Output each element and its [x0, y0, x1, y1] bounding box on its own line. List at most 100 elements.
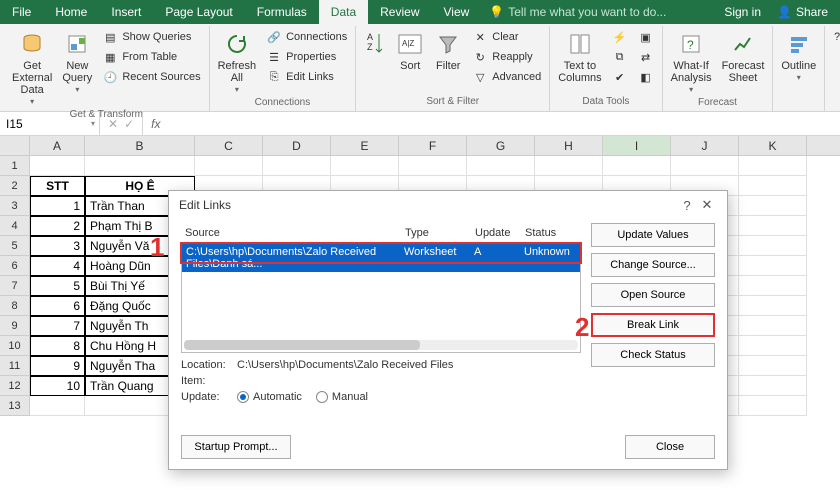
consolidate-button[interactable]: ▣ — [636, 28, 656, 46]
col-status[interactable]: Status — [521, 225, 581, 241]
enter-icon[interactable]: ✓ — [124, 117, 134, 131]
cell[interactable] — [739, 176, 807, 196]
row-header[interactable]: 3 — [0, 196, 30, 216]
cancel-icon[interactable]: ✕ — [108, 117, 118, 131]
cell[interactable]: 4 — [30, 256, 85, 276]
cell[interactable] — [535, 156, 603, 176]
column-header[interactable]: B — [85, 136, 195, 155]
column-header[interactable]: I — [603, 136, 671, 155]
break-link-button[interactable]: Break Link — [591, 313, 715, 337]
column-header[interactable]: J — [671, 136, 739, 155]
relationships-button[interactable]: ⇄ — [636, 48, 656, 66]
cell[interactable] — [739, 216, 807, 236]
text-to-columns-button[interactable]: Text to Columns — [556, 28, 603, 86]
what-if-button[interactable]: ? What-If Analysis ▾ — [669, 28, 714, 97]
scrollbar-thumb[interactable] — [184, 340, 420, 350]
cell[interactable] — [739, 296, 807, 316]
cell[interactable]: 8 — [30, 336, 85, 356]
row-header[interactable]: 13 — [0, 396, 30, 416]
column-header[interactable]: C — [195, 136, 263, 155]
filter-button[interactable]: Filter — [432, 28, 464, 74]
tell-me-search[interactable]: 💡 Tell me what you want to do... — [489, 5, 666, 19]
forecast-sheet-button[interactable]: Forecast Sheet — [720, 28, 767, 86]
cell[interactable]: 2 — [30, 216, 85, 236]
formula-input[interactable] — [168, 112, 840, 135]
help-button[interactable]: ? — [677, 198, 697, 213]
cell[interactable]: 1 — [30, 196, 85, 216]
sign-in-link[interactable]: Sign in — [724, 5, 761, 19]
flash-fill-button[interactable]: ⚡ — [610, 28, 630, 46]
column-header[interactable]: H — [535, 136, 603, 155]
cell[interactable] — [739, 236, 807, 256]
tab-insert[interactable]: Insert — [99, 0, 153, 24]
cell[interactable] — [263, 156, 331, 176]
cell[interactable] — [739, 256, 807, 276]
col-update[interactable]: Update — [471, 225, 521, 241]
tab-view[interactable]: View — [432, 0, 482, 24]
clear-filter-button[interactable]: ✕Clear — [470, 28, 543, 46]
cell[interactable]: 5 — [30, 276, 85, 296]
sort-button[interactable]: A|Z Sort — [394, 28, 426, 74]
data-validation-button[interactable]: ✔ — [610, 68, 630, 86]
column-header[interactable]: G — [467, 136, 535, 155]
cell[interactable] — [331, 156, 399, 176]
sort-az-button[interactable]: AZ — [362, 28, 388, 60]
row-header[interactable]: 2 — [0, 176, 30, 196]
cell[interactable] — [30, 396, 85, 416]
row-header[interactable]: 9 — [0, 316, 30, 336]
close-dialog-button[interactable]: Close — [625, 435, 715, 459]
cell[interactable] — [739, 376, 807, 396]
row-header[interactable]: 5 — [0, 236, 30, 256]
cell[interactable] — [739, 356, 807, 376]
fx-label[interactable]: fx — [143, 112, 168, 135]
cell[interactable]: STT — [30, 176, 85, 196]
properties-button[interactable]: ☰Properties — [264, 48, 349, 66]
cell[interactable]: 6 — [30, 296, 85, 316]
cell[interactable] — [603, 156, 671, 176]
cell[interactable] — [739, 396, 807, 416]
cell[interactable] — [671, 156, 739, 176]
from-table-button[interactable]: ▦From Table — [100, 48, 202, 66]
cell[interactable]: 9 — [30, 356, 85, 376]
links-list[interactable]: C:\Users\hp\Documents\Zalo Received File… — [181, 243, 581, 353]
recent-sources-button[interactable]: 🕘Recent Sources — [100, 68, 202, 86]
row-header[interactable]: 6 — [0, 256, 30, 276]
cell[interactable] — [195, 156, 263, 176]
column-header[interactable]: E — [331, 136, 399, 155]
row-header[interactable]: 8 — [0, 296, 30, 316]
new-query-button[interactable]: New Query ▾ — [60, 28, 94, 97]
row-header[interactable]: 7 — [0, 276, 30, 296]
startup-prompt-button[interactable]: Startup Prompt... — [181, 435, 291, 459]
row-header[interactable]: 12 — [0, 376, 30, 396]
cell[interactable] — [739, 316, 807, 336]
connections-button[interactable]: 🔗Connections — [264, 28, 349, 46]
cell[interactable]: 10 — [30, 376, 85, 396]
column-header[interactable]: F — [399, 136, 467, 155]
cell[interactable] — [399, 156, 467, 176]
get-external-data-button[interactable]: Get External Data ▾ — [10, 28, 54, 109]
cell[interactable] — [739, 156, 807, 176]
close-button[interactable]: ✕ — [697, 197, 717, 213]
manage-model-button[interactable]: ◧ — [636, 68, 656, 86]
tab-review[interactable]: Review — [368, 0, 431, 24]
cell[interactable]: 7 — [30, 316, 85, 336]
update-auto-radio[interactable]: Automatic — [237, 391, 302, 403]
column-header[interactable]: K — [739, 136, 807, 155]
tab-file[interactable]: File — [0, 0, 43, 24]
link-row[interactable]: C:\Users\hp\Documents\Zalo Received File… — [182, 244, 580, 272]
reapply-button[interactable]: ↻Reapply — [470, 48, 543, 66]
open-source-button[interactable]: Open Source — [591, 283, 715, 307]
row-header[interactable]: 11 — [0, 356, 30, 376]
horizontal-scrollbar[interactable] — [184, 340, 578, 350]
check-status-button[interactable]: Check Status — [591, 343, 715, 367]
col-source[interactable]: Source — [181, 225, 401, 241]
col-type[interactable]: Type — [401, 225, 471, 241]
advanced-filter-button[interactable]: ▽Advanced — [470, 68, 543, 86]
solver-button[interactable]: ?⃝Solver — [831, 28, 840, 46]
change-source-button[interactable]: Change Source... — [591, 253, 715, 277]
remove-duplicates-button[interactable]: ⧉ — [610, 48, 630, 66]
cell[interactable]: 3 — [30, 236, 85, 256]
name-box[interactable]: I15 ▾ — [0, 112, 100, 135]
select-all-corner[interactable] — [0, 136, 30, 155]
cell[interactable] — [739, 196, 807, 216]
